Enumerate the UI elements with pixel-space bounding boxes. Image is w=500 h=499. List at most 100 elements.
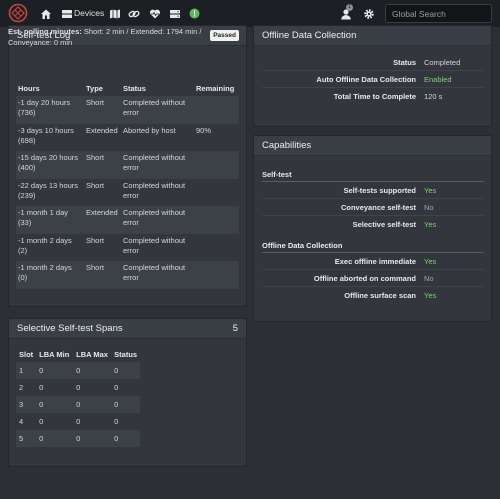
cell-status: 0 (114, 383, 119, 392)
section-heading: Self-test (262, 167, 484, 182)
kv-key: Offline surface scan (344, 291, 416, 300)
table-header-row: Hours Type Status Remaining (16, 81, 239, 96)
kv-value: Yes (424, 291, 437, 300)
section-heading: Offline Data Collection (262, 238, 484, 253)
home-icon[interactable] (39, 7, 52, 20)
selective-spans-header: Selective Self-test Spans 5 (9, 319, 246, 339)
cell-lba-min: 0 (39, 417, 44, 426)
offline-collection-list: Status Completed Auto Offline Data Colle… (262, 54, 484, 105)
nav-devices-label[interactable]: Devices (74, 8, 104, 18)
cell-lba-max: 0 (73, 430, 112, 447)
capabilities-header: Capabilities (254, 136, 491, 156)
cell-type: Short (86, 180, 104, 190)
status-ok-icon[interactable] (188, 7, 201, 20)
cell-type: Short (86, 235, 104, 245)
cell-remaining (194, 96, 239, 124)
table-row: 5 0 0 0 (16, 430, 141, 447)
cell-status: Completed without error (121, 261, 194, 289)
cell-hours: -15 days 20 hours (400) (16, 151, 84, 179)
table-row: -1 month 2 days (2) Short Completed with… (16, 234, 239, 262)
kv-key: Auto Offline Data Collection (316, 75, 416, 84)
cell-lba-min: 0 (39, 383, 44, 392)
kv-value: Yes (424, 186, 437, 195)
polling-estimate: Est. polling minutes: Short: 2 min / Ext… (8, 26, 233, 48)
kv-row: Auto Offline Data Collection Enabled (262, 71, 484, 88)
panel-title: Offline Data Collection (262, 30, 357, 41)
table-row: -15 days 20 hours (400) Short Completed … (16, 151, 239, 179)
cell-hours: -22 days 13 hours (239) (18, 180, 79, 200)
cell-status: 0 (111, 430, 141, 447)
offline-collection-header: Offline Data Collection (254, 26, 491, 46)
cell-slot: 5 (16, 430, 37, 447)
column-header: Hours (18, 84, 40, 93)
cell-slot: 2 (19, 383, 24, 392)
cell-hours: -1 month 2 days (2) (18, 235, 72, 255)
kv-row: Status Completed (262, 54, 484, 71)
table-row: 1 0 0 0 (16, 362, 141, 379)
polling-label: Est. polling minutes: (8, 27, 82, 36)
cell-hours: -1 month 2 days (0) (16, 261, 84, 289)
cell-lba-min: 0 (36, 362, 74, 379)
kv-value: No (424, 274, 434, 283)
cell-slot: 3 (16, 396, 37, 413)
cell-slot: 4 (19, 417, 24, 426)
kv-value: Yes (424, 220, 437, 229)
table-header-row: Slot LBA Min LBA Max Status (16, 347, 140, 362)
kv-value: No (424, 203, 434, 212)
table-row: -1 month 1 day (33) Extended Completed w… (16, 206, 239, 234)
cell-type: Extended (86, 125, 118, 135)
notification-badge: 1 (346, 4, 353, 11)
kv-value: Yes (424, 257, 437, 266)
cell-status: 0 (114, 417, 119, 426)
table-row: -22 days 13 hours (239) Short Completed … (16, 179, 239, 207)
kv-key: Self-tests supported (343, 186, 416, 195)
table-row: 2 0 0 0 (16, 379, 140, 396)
span-count: 5 (232, 323, 238, 334)
cell-lba-min: 0 (36, 396, 74, 413)
kv-key: Conveyance self-test (340, 203, 416, 212)
cell-type: Short (84, 261, 121, 289)
devices-icon[interactable] (60, 7, 73, 20)
cell-status: Completed without error (121, 151, 194, 179)
cell-lba-max: 0 (73, 362, 112, 379)
kv-row: Offline aborted on command No (262, 270, 484, 287)
cell-status: Completed without error (121, 206, 194, 234)
selftest-log-table: Hours Type Status Remaining -1 day 20 ho… (16, 81, 239, 289)
column-header: LBA Min (39, 350, 70, 359)
column-header: Type (86, 84, 103, 93)
panel-title: Capabilities (262, 140, 312, 151)
cell-remaining (194, 179, 239, 207)
cell-hours: -1 month 1 day (33) (16, 206, 84, 234)
app-logo-icon[interactable] (8, 3, 28, 23)
cell-status: Completed without error (121, 96, 194, 124)
map-icon[interactable] (108, 7, 121, 20)
cell-remaining (194, 261, 239, 289)
kv-value: Enabled (424, 75, 452, 84)
cell-status: Completed without error (123, 180, 186, 200)
table-row: 3 0 0 0 (16, 396, 141, 413)
cell-hours: -1 day 20 hours (736) (16, 96, 84, 124)
table-row: -1 month 2 days (0) Short Completed with… (16, 261, 239, 289)
gear-icon[interactable] (362, 7, 375, 20)
cell-remaining (194, 206, 239, 234)
kv-key: Status (393, 58, 416, 67)
cell-remaining (194, 234, 239, 262)
cell-remaining (194, 151, 239, 179)
table-row: -3 days 10 hours (698) Extended Aborted … (16, 124, 239, 152)
kv-key: Offline aborted on command (313, 274, 416, 283)
column-header: LBA Max (76, 350, 108, 359)
kv-row: Exec offline immediate Yes (262, 253, 484, 270)
table-row: 4 0 0 0 (16, 413, 140, 430)
column-header: Status (114, 350, 138, 359)
panel-title: Selective Self-test Spans (17, 323, 123, 334)
cell-status: Completed without error (123, 235, 186, 255)
link-icon[interactable] (127, 7, 140, 20)
kv-row: Total Time to Complete 120 s (262, 88, 484, 105)
cell-lba-min: 0 (36, 430, 74, 447)
health-icon[interactable] (148, 7, 161, 20)
cell-lba-max: 0 (73, 396, 112, 413)
table-row: -1 day 20 hours (736) Short Completed wi… (16, 96, 239, 124)
global-search-input[interactable] (385, 4, 492, 23)
storage-icon[interactable] (168, 7, 181, 20)
kv-key: Total Time to Complete (333, 92, 416, 101)
